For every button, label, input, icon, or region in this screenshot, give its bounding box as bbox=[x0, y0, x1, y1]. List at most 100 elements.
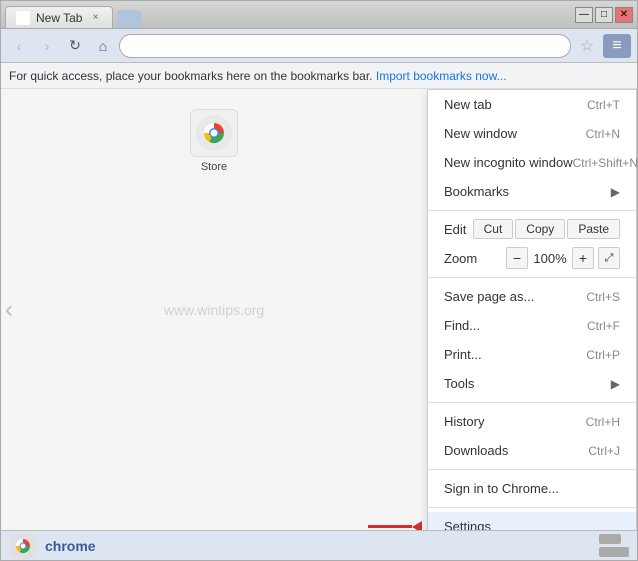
menu-new-tab-label: New tab bbox=[444, 97, 492, 112]
menu-separator-4 bbox=[428, 469, 636, 470]
chrome-brand-name: chrome bbox=[45, 538, 96, 554]
tab-favicon bbox=[16, 11, 30, 25]
bookmark-bar-text: For quick access, place your bookmarks h… bbox=[9, 69, 373, 83]
menu-save-page-label: Save page as... bbox=[444, 289, 534, 304]
hamburger-icon: ≡ bbox=[612, 37, 621, 55]
chrome-store-svg bbox=[196, 115, 232, 151]
zoom-control: − 100% + ⤢ bbox=[506, 247, 620, 269]
close-button[interactable]: ✕ bbox=[615, 7, 633, 23]
status-bar: chrome bbox=[1, 530, 637, 560]
browser-body: ‹ bbox=[1, 89, 637, 530]
home-button[interactable]: ⌂ bbox=[91, 34, 115, 58]
address-bar[interactable] bbox=[119, 34, 571, 58]
menu-find-shortcut: Ctrl+F bbox=[587, 319, 620, 333]
status-right-indicators bbox=[599, 534, 629, 557]
menu-item-new-incognito[interactable]: New incognito window Ctrl+Shift+N bbox=[428, 148, 636, 177]
menu-print-label: Print... bbox=[444, 347, 482, 362]
menu-new-incognito-label: New incognito window bbox=[444, 155, 573, 170]
menu-item-new-window[interactable]: New window Ctrl+N bbox=[428, 119, 636, 148]
menu-settings-label: Settings bbox=[444, 519, 491, 530]
reload-button[interactable]: ↻ bbox=[63, 34, 87, 58]
tab-area: New Tab × bbox=[5, 1, 575, 28]
settings-arrow-indicator bbox=[368, 521, 422, 531]
zoom-plus-button[interactable]: + bbox=[572, 247, 594, 269]
chrome-logo-icon bbox=[9, 532, 37, 560]
dropdown-menu-container: New tab Ctrl+T New window Ctrl+N New inc… bbox=[427, 89, 637, 530]
menu-item-settings[interactable]: Settings bbox=[428, 512, 636, 530]
menu-item-save-page[interactable]: Save page as... Ctrl+S bbox=[428, 282, 636, 311]
menu-new-tab-shortcut: Ctrl+T bbox=[587, 98, 620, 112]
menu-zoom-label: Zoom bbox=[444, 251, 500, 266]
menu-downloads-shortcut: Ctrl+J bbox=[588, 444, 620, 458]
menu-item-print[interactable]: Print... Ctrl+P bbox=[428, 340, 636, 369]
reload-icon: ↻ bbox=[69, 37, 81, 54]
zoom-fullscreen-button[interactable]: ⤢ bbox=[598, 247, 620, 269]
menu-tools-label: Tools bbox=[444, 376, 474, 391]
status-indicator-app bbox=[599, 547, 629, 557]
chrome-menu-button[interactable]: ≡ bbox=[603, 34, 631, 58]
menu-separator-2 bbox=[428, 277, 636, 278]
menu-item-downloads[interactable]: Downloads Ctrl+J bbox=[428, 436, 636, 465]
nav-bar: ‹ › ↻ ⌂ ☆ ≡ bbox=[1, 29, 637, 63]
menu-tools-arrow: ▶ bbox=[611, 377, 620, 391]
menu-find-label: Find... bbox=[444, 318, 480, 333]
star-icon: ☆ bbox=[580, 36, 594, 56]
back-icon: ‹ bbox=[17, 38, 22, 54]
forward-button[interactable]: › bbox=[35, 34, 59, 58]
menu-bookmarks-arrow: ▶ bbox=[611, 185, 620, 199]
watermark: www.wintips.org bbox=[164, 302, 264, 318]
dropdown-menu: New tab Ctrl+T New window Ctrl+N New inc… bbox=[427, 89, 637, 530]
menu-new-incognito-shortcut: Ctrl+Shift+N bbox=[573, 156, 637, 170]
menu-bookmarks-label: Bookmarks bbox=[444, 184, 509, 199]
arrow-head bbox=[412, 521, 422, 531]
browser-window: New Tab × — □ ✕ ‹ › ↻ ⌂ ☆ ≡ bbox=[0, 0, 638, 561]
menu-item-new-tab[interactable]: New tab Ctrl+T bbox=[428, 90, 636, 119]
menu-new-window-label: New window bbox=[444, 126, 517, 141]
menu-print-shortcut: Ctrl+P bbox=[586, 348, 620, 362]
back-button[interactable]: ‹ bbox=[7, 34, 31, 58]
menu-item-find[interactable]: Find... Ctrl+F bbox=[428, 311, 636, 340]
menu-history-shortcut: Ctrl+H bbox=[586, 415, 620, 429]
nav-arrow-left[interactable]: ‹ bbox=[5, 296, 13, 324]
minimize-button[interactable]: — bbox=[575, 7, 593, 23]
status-indicator-m bbox=[599, 534, 621, 544]
menu-item-tools[interactable]: Tools ▶ bbox=[428, 369, 636, 398]
tab-close-button[interactable]: × bbox=[88, 11, 102, 25]
menu-edit-row: Edit Cut Copy Paste bbox=[428, 215, 636, 243]
menu-paste-button[interactable]: Paste bbox=[567, 219, 620, 239]
forward-icon: › bbox=[45, 38, 50, 54]
title-bar: New Tab × — □ ✕ bbox=[1, 1, 637, 29]
store-icon-img bbox=[190, 109, 238, 157]
menu-item-bookmarks[interactable]: Bookmarks ▶ bbox=[428, 177, 636, 206]
store-app-icon[interactable]: Store bbox=[179, 109, 249, 173]
menu-separator-3 bbox=[428, 402, 636, 403]
apps-grid: Store bbox=[1, 89, 427, 193]
menu-cut-button[interactable]: Cut bbox=[473, 219, 514, 239]
status-indicators bbox=[599, 534, 629, 557]
menu-item-sign-in[interactable]: Sign in to Chrome... bbox=[428, 474, 636, 503]
menu-downloads-label: Downloads bbox=[444, 443, 508, 458]
window-controls: — □ ✕ bbox=[575, 7, 633, 23]
home-icon: ⌂ bbox=[99, 38, 107, 54]
menu-edit-label: Edit bbox=[444, 222, 473, 237]
menu-copy-button[interactable]: Copy bbox=[515, 219, 565, 239]
browser-tab[interactable]: New Tab × bbox=[5, 6, 113, 28]
menu-edit-buttons: Cut Copy Paste bbox=[473, 219, 620, 239]
maximize-button[interactable]: □ bbox=[595, 7, 613, 23]
arrow-line bbox=[368, 525, 412, 528]
menu-separator-5 bbox=[428, 507, 636, 508]
menu-separator-1 bbox=[428, 210, 636, 211]
import-bookmarks-link[interactable]: Import bookmarks now... bbox=[376, 69, 507, 83]
menu-new-window-shortcut: Ctrl+N bbox=[586, 127, 620, 141]
menu-save-page-shortcut: Ctrl+S bbox=[586, 290, 620, 304]
menu-item-history[interactable]: History Ctrl+H bbox=[428, 407, 636, 436]
bookmark-star-button[interactable]: ☆ bbox=[575, 34, 599, 58]
menu-history-label: History bbox=[444, 414, 484, 429]
tab-label: New Tab bbox=[36, 11, 82, 25]
menu-zoom-row: Zoom − 100% + ⤢ bbox=[428, 243, 636, 273]
new-tab-button[interactable] bbox=[117, 10, 141, 28]
store-label: Store bbox=[201, 161, 227, 173]
zoom-value: 100% bbox=[532, 251, 568, 266]
fullscreen-icon: ⤢ bbox=[605, 252, 614, 265]
zoom-minus-button[interactable]: − bbox=[506, 247, 528, 269]
